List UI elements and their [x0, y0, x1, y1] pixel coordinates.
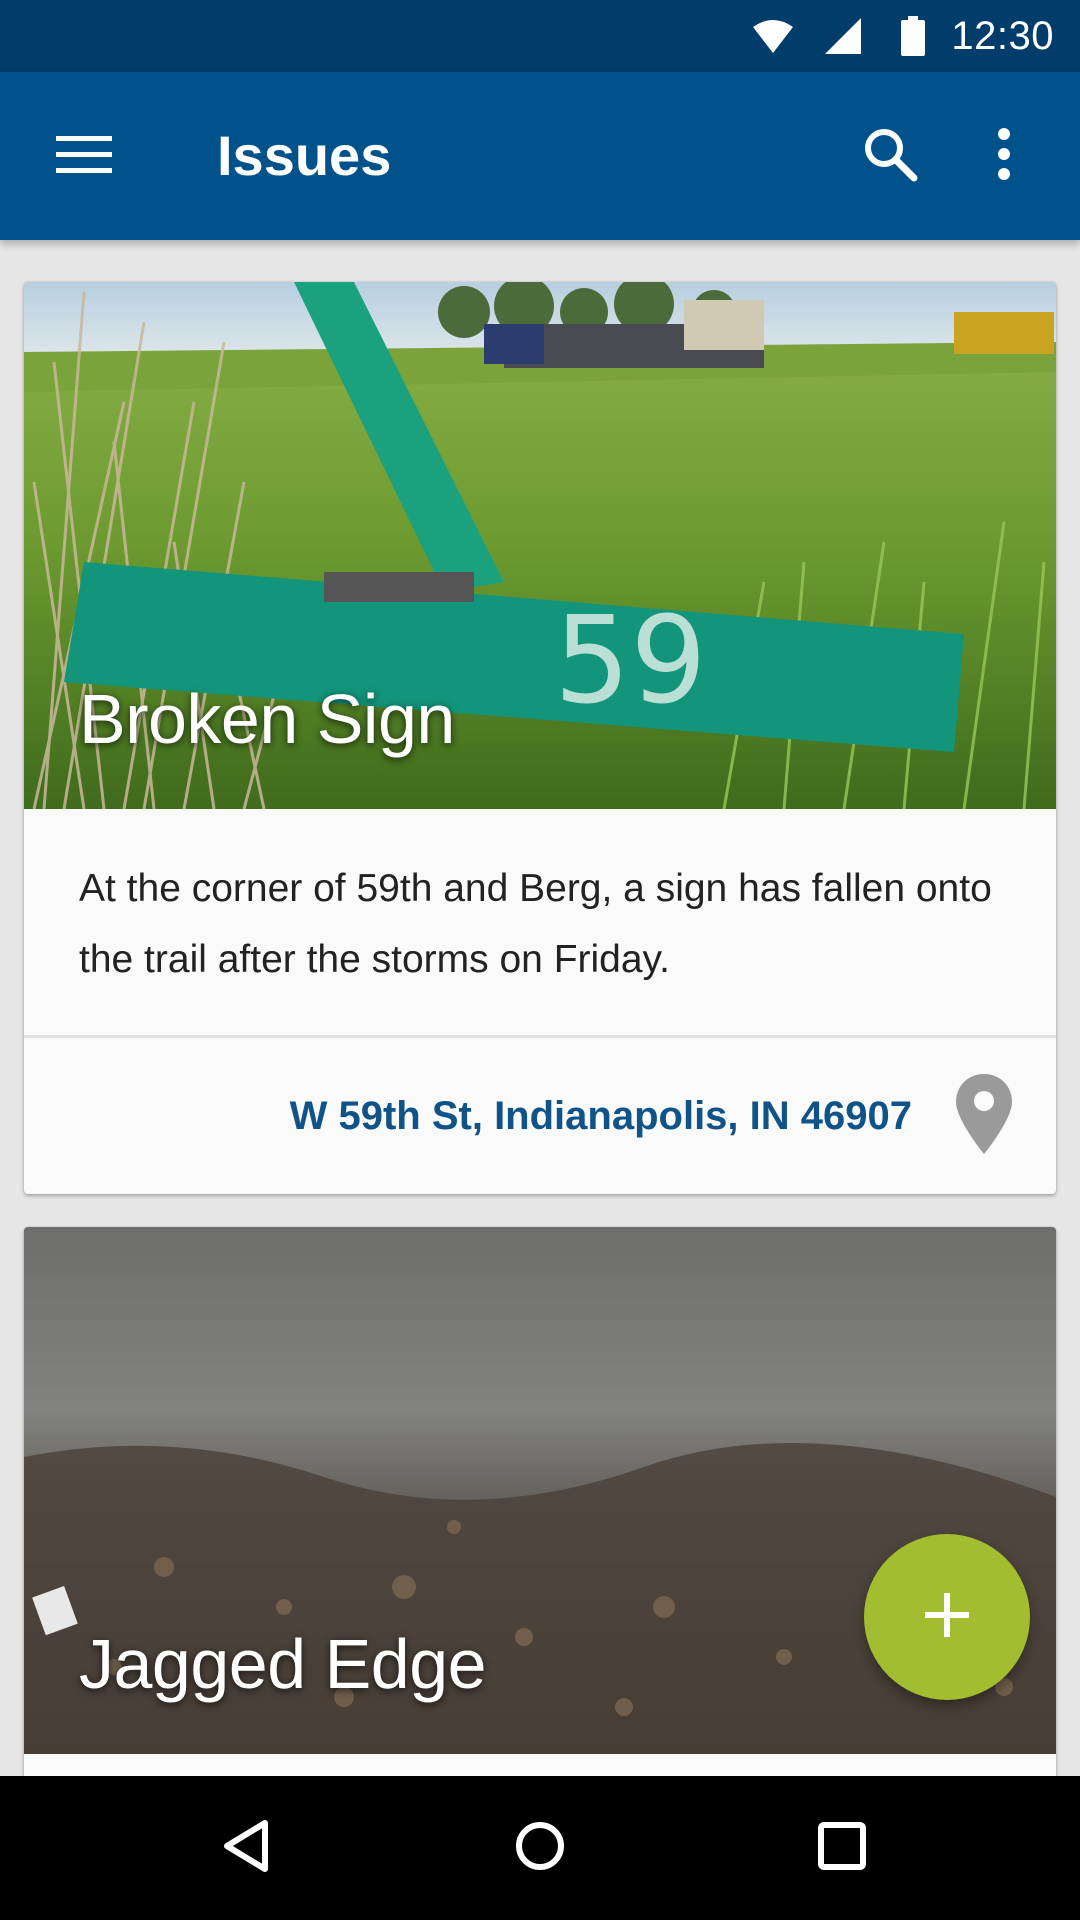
home-icon — [515, 1821, 565, 1876]
nav-home-button[interactable] — [494, 1802, 586, 1894]
battery-icon — [901, 16, 926, 56]
back-icon — [221, 1819, 269, 1878]
search-icon — [862, 126, 918, 187]
wifi-icon — [753, 19, 794, 53]
issue-location-row[interactable]: W 59th St, Indianapolis, IN 46907 — [24, 1038, 1056, 1194]
app-bar: Issues — [0, 72, 1080, 240]
issue-address[interactable]: W 59th St, Indianapolis, IN 46907 — [290, 1094, 912, 1139]
search-button[interactable] — [846, 112, 934, 200]
add-issue-button[interactable] — [864, 1534, 1030, 1700]
nav-recents-button[interactable] — [796, 1802, 888, 1894]
issue-title: Jagged Edge — [79, 1625, 487, 1703]
location-pin-icon[interactable] — [956, 1073, 1012, 1159]
issue-card[interactable]: 59 Broken Sign At the corner of 59th and… — [24, 282, 1056, 1194]
svg-text:59: 59 — [554, 592, 707, 731]
issue-description: At the corner of 59th and Berg, a sign h… — [79, 867, 992, 981]
more-vert-icon — [997, 127, 1011, 185]
menu-icon — [56, 134, 112, 179]
cell-signal-icon — [825, 18, 862, 54]
recents-icon — [818, 1821, 866, 1875]
issue-photo: 59 Broken Sign — [24, 282, 1056, 809]
system-nav-bar — [0, 1776, 1080, 1920]
status-bar: 12:30 — [0, 0, 1080, 72]
page-title: Issues — [217, 124, 392, 187]
add-icon — [925, 1592, 969, 1642]
menu-button[interactable] — [40, 112, 128, 200]
issue-title: Broken Sign — [79, 680, 455, 758]
nav-back-button[interactable] — [199, 1802, 291, 1894]
status-time: 12:30 — [951, 13, 1054, 58]
more-options-button[interactable] — [960, 112, 1048, 200]
